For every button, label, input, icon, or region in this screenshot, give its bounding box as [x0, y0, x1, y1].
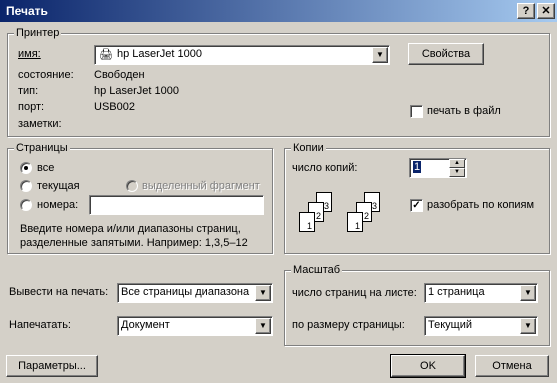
copies-count-label: число копий:: [292, 162, 358, 174]
copies-group-label: Копии: [291, 142, 326, 154]
type-label: тип:: [18, 85, 39, 97]
collate-label: разобрать по копиям: [427, 199, 535, 211]
print-what-value: Все страницы диапазона: [121, 286, 250, 298]
scale-select[interactable]: Текущий ▼: [424, 316, 538, 336]
print-select[interactable]: Документ ▼: [117, 316, 273, 336]
pages-current-radio[interactable]: [20, 180, 32, 192]
collate-checkbox[interactable]: ✓: [410, 199, 423, 212]
printer-icon: 🖨: [99, 49, 113, 61]
pages-all-radio[interactable]: [20, 162, 32, 174]
pages-per-sheet-label: число страниц на листе:: [292, 287, 417, 299]
chevron-down-icon[interactable]: ▼: [255, 318, 271, 334]
pages-selection-label: выделенный фрагмент: [142, 180, 260, 192]
pages-all-label: все: [37, 162, 55, 174]
window-title: Печать: [6, 4, 48, 18]
spin-up-icon[interactable]: ▲: [449, 159, 465, 168]
pages-per-sheet-value: 1 страница: [428, 286, 485, 298]
page-numbers-input[interactable]: [89, 195, 264, 215]
printer-name-label: имя:: [18, 48, 41, 60]
printer-name-value: hp LaserJet 1000: [117, 48, 203, 60]
print-label: Напечатать:: [9, 319, 71, 331]
ok-button[interactable]: OK: [390, 354, 466, 378]
type-value: hp LaserJet 1000: [94, 85, 180, 97]
port-label: порт:: [18, 101, 45, 113]
print-what-select[interactable]: Все страницы диапазона ▼: [117, 283, 273, 303]
printer-group-label: Принтер: [14, 27, 62, 39]
port-value: USB002: [94, 101, 135, 113]
status-value: Свободен: [94, 69, 145, 81]
scale-value: Текущий: [428, 319, 472, 331]
pages-numbers-label: номера:: [37, 199, 79, 211]
chevron-down-icon[interactable]: ▼: [255, 285, 271, 301]
chevron-down-icon[interactable]: ▼: [520, 285, 536, 301]
help-button[interactable]: ?: [517, 3, 535, 19]
chevron-down-icon[interactable]: ▼: [372, 47, 388, 63]
pages-per-sheet-select[interactable]: 1 страница ▼: [424, 283, 538, 303]
scale-label: по размеру страницы:: [292, 319, 405, 331]
chevron-down-icon[interactable]: ▼: [520, 318, 536, 334]
print-value: Документ: [121, 319, 170, 331]
status-label: состояние:: [18, 69, 74, 81]
print-to-file-label: печать в файл: [427, 105, 501, 117]
copies-count-value: 1: [413, 161, 422, 173]
close-button[interactable]: ✕: [537, 3, 555, 19]
notes-label: заметки:: [18, 118, 62, 130]
spin-down-icon[interactable]: ▼: [449, 168, 465, 177]
pages-hint: Введите номера и/или диапазоны страниц, …: [20, 223, 248, 249]
pages-current-label: текущая: [37, 180, 80, 192]
zoom-group-label: Масштаб: [291, 264, 343, 276]
pages-group-label: Страницы: [14, 142, 70, 154]
print-what-label: Вывести на печать:: [9, 286, 109, 298]
options-button[interactable]: Параметры...: [6, 355, 98, 377]
print-to-file-checkbox[interactable]: [410, 105, 423, 118]
properties-button[interactable]: Свойства: [408, 43, 484, 65]
title-bar: Печать ? ✕: [0, 0, 557, 22]
pages-numbers-radio[interactable]: [20, 199, 32, 211]
cancel-button[interactable]: Отмена: [475, 355, 549, 377]
printer-name-select[interactable]: 🖨 hp LaserJet 1000 ▼: [94, 45, 390, 65]
pages-selection-radio: [126, 180, 138, 192]
